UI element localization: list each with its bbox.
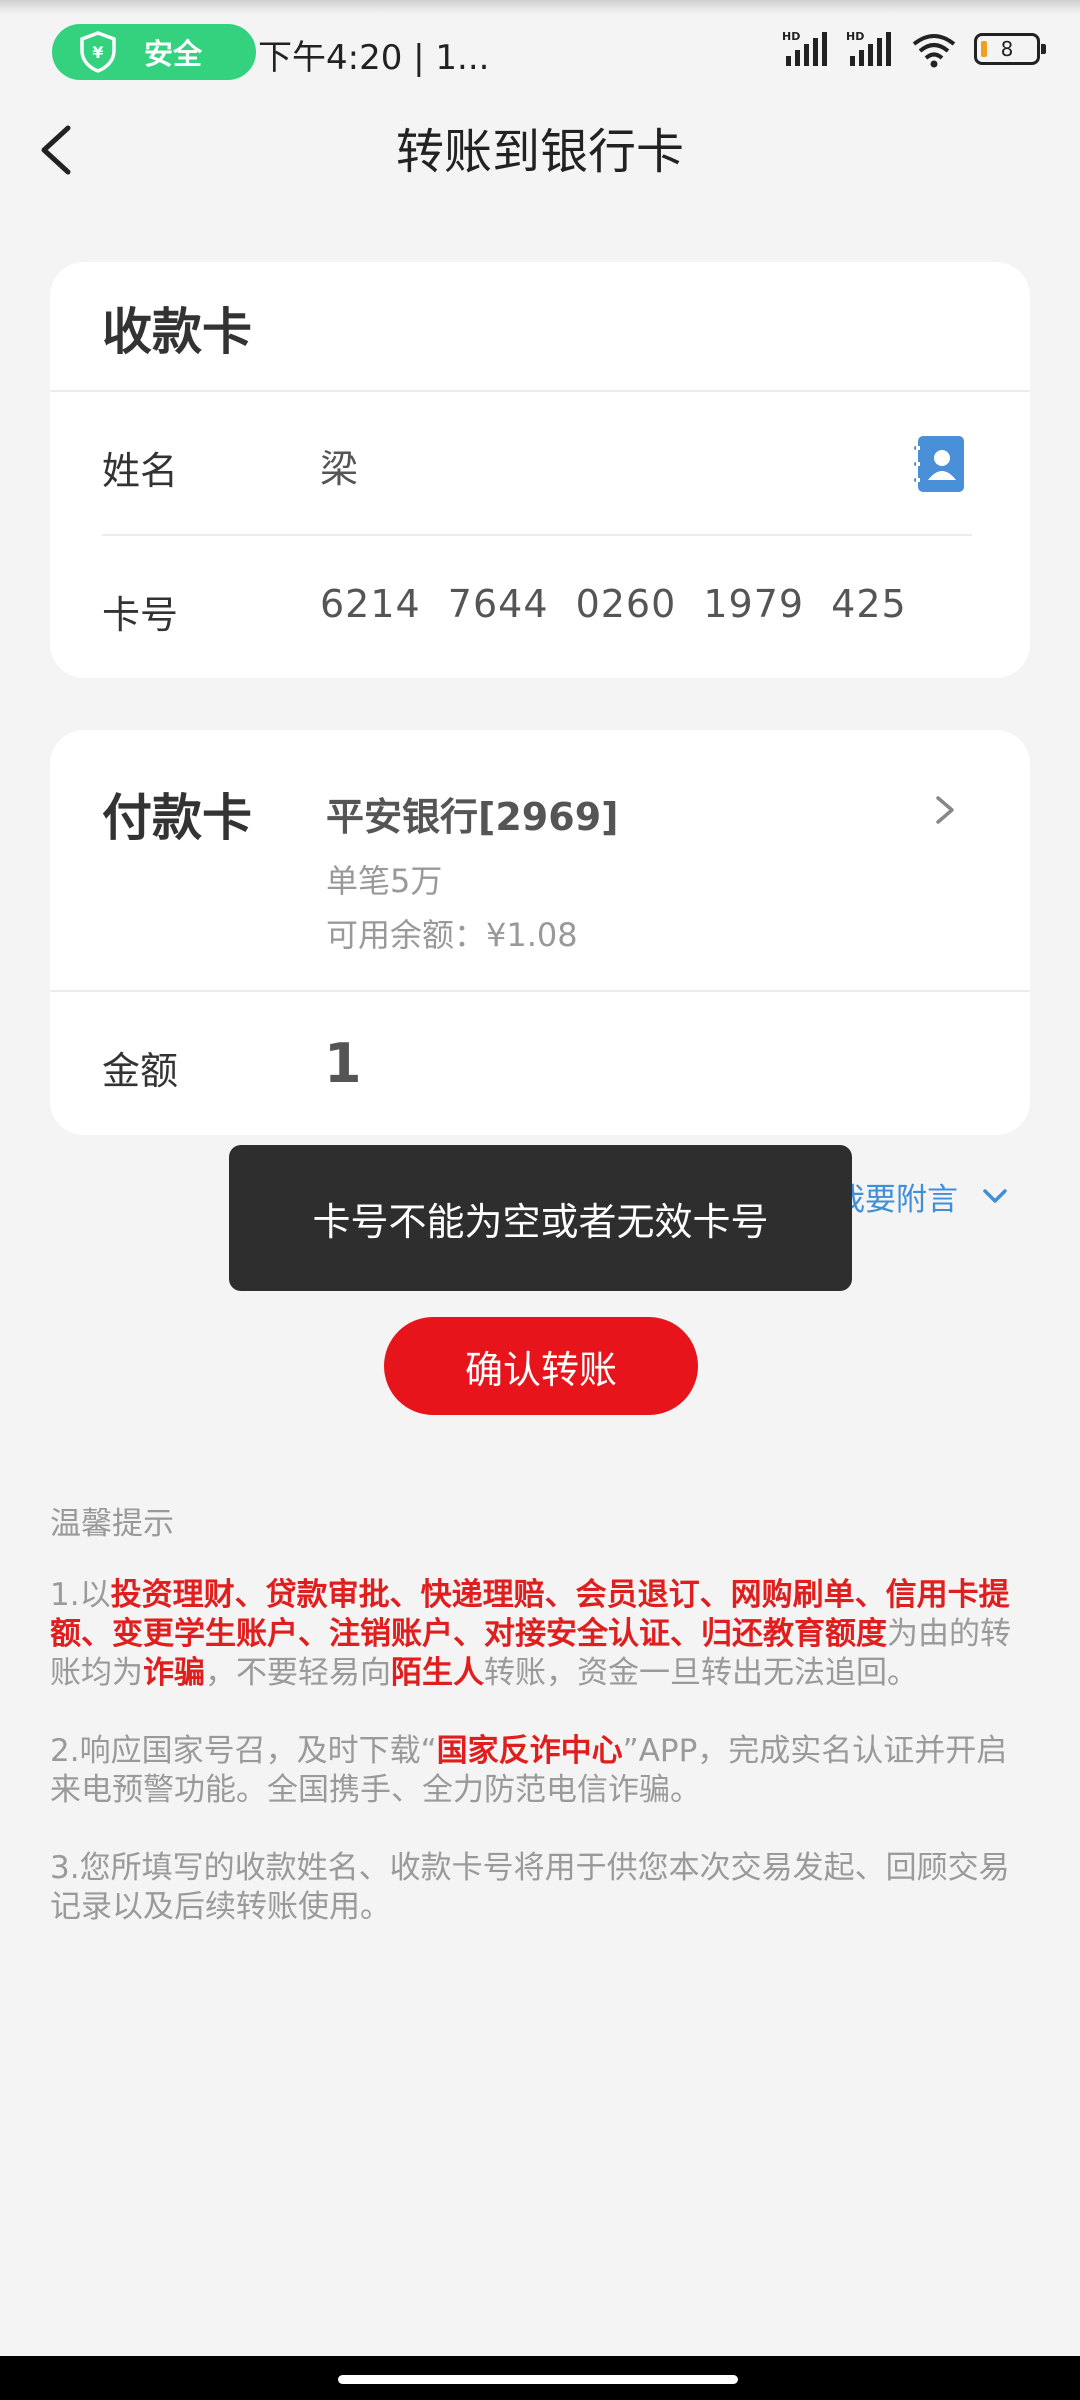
available-balance: 可用余额：¥1.08 — [326, 916, 578, 954]
tip-1-prefix: 1.以 — [50, 1577, 111, 1613]
error-toast-message: 卡号不能为空或者无效卡号 — [312, 1199, 769, 1244]
shield-icon: ¥ — [80, 31, 116, 73]
name-field[interactable]: 梁 — [320, 438, 358, 493]
tip-2: 2.响应国家号召，及时下载“国家反诈中心”APP，完成实名认证并开启来电预警功能… — [50, 1732, 1030, 1810]
card-number-label: 卡号 — [102, 593, 179, 637]
svg-text:HD: HD — [782, 30, 800, 43]
status-bar: ¥ 安全 下午4:20 | 1... HD HD 8 — [0, 0, 1080, 100]
confirm-transfer-button[interactable]: 确认转账 — [384, 1317, 698, 1415]
add-remark-label: 我要附言 — [834, 1182, 958, 1218]
tip-2-app-name: 国家反诈中心 — [436, 1733, 623, 1769]
transfer-limit: 单笔5万 — [326, 862, 443, 900]
signal-hd-icon-2: HD — [846, 30, 891, 66]
page-title: 转账到银行卡 — [395, 124, 684, 180]
tip-1-highlight: 投资理财、贷款审批、快递理赔、会员退订、网购刷单、信用卡提额、变更学生账户、注销… — [50, 1577, 1010, 1652]
add-remark-button[interactable]: 我要附言 — [834, 1174, 1008, 1219]
security-badge[interactable]: ¥ 安全 — [52, 24, 256, 80]
contacts-icon[interactable] — [914, 436, 966, 492]
tip-3: 3.您所填写的收款姓名、收款卡号将用于供您本次交易发起、回顾交易记录以及后续转账… — [50, 1850, 1010, 1925]
tip-1: 1.以投资理财、贷款审批、快递理赔、会员退订、网购刷单、信用卡提额、变更学生账户… — [50, 1576, 1030, 1693]
status-icons: HD HD 8 — [772, 30, 1046, 68]
amount-input[interactable]: 1 — [324, 1032, 362, 1095]
error-toast: 卡号不能为空或者无效卡号 — [229, 1145, 852, 1291]
bank-name: 平安银行[2969] — [326, 795, 619, 839]
signal-hd-icon: HD — [782, 30, 827, 66]
name-label: 姓名 — [102, 449, 179, 493]
chevron-right-icon — [936, 796, 954, 824]
tip-2-prefix: 2.响应国家号召，及时下载“ — [50, 1733, 437, 1769]
divider — [50, 390, 1030, 392]
tip-1-stranger: 陌生人 — [391, 1655, 484, 1691]
tip-1-suffix: 转账，资金一旦转出无法追回。 — [484, 1655, 918, 1691]
tips-title: 温馨提示 — [50, 1506, 174, 1542]
svg-text:¥: ¥ — [92, 43, 103, 62]
wifi-icon — [912, 34, 956, 68]
battery-icon: 8 — [974, 33, 1046, 65]
payment-card-title: 付款卡 — [102, 789, 252, 847]
divider — [102, 534, 972, 536]
recipient-card: 收款卡 姓名 梁 卡号 6214 7644 0260 1979 425 — [50, 262, 1030, 678]
divider — [50, 990, 1030, 992]
amount-label: 金额 — [102, 1049, 179, 1093]
recipient-card-title: 收款卡 — [102, 303, 252, 361]
status-time: 下午4:20 | 1... — [258, 38, 490, 78]
home-indicator[interactable] — [338, 2375, 738, 2384]
payment-card: 付款卡 平安银行[2969] 单笔5万 可用余额：¥1.08 金额 1 — [50, 730, 1030, 1135]
chevron-down-icon — [983, 1188, 1007, 1203]
svg-text:HD: HD — [846, 30, 864, 43]
card-number-field[interactable]: 6214 7644 0260 1979 425 — [320, 582, 907, 626]
tip-1-fraud: 诈骗 — [143, 1655, 205, 1691]
battery-level: 8 — [1000, 37, 1014, 61]
tip-1-text-2: ，不要轻易向 — [205, 1655, 391, 1691]
security-badge-label: 安全 — [144, 37, 203, 71]
